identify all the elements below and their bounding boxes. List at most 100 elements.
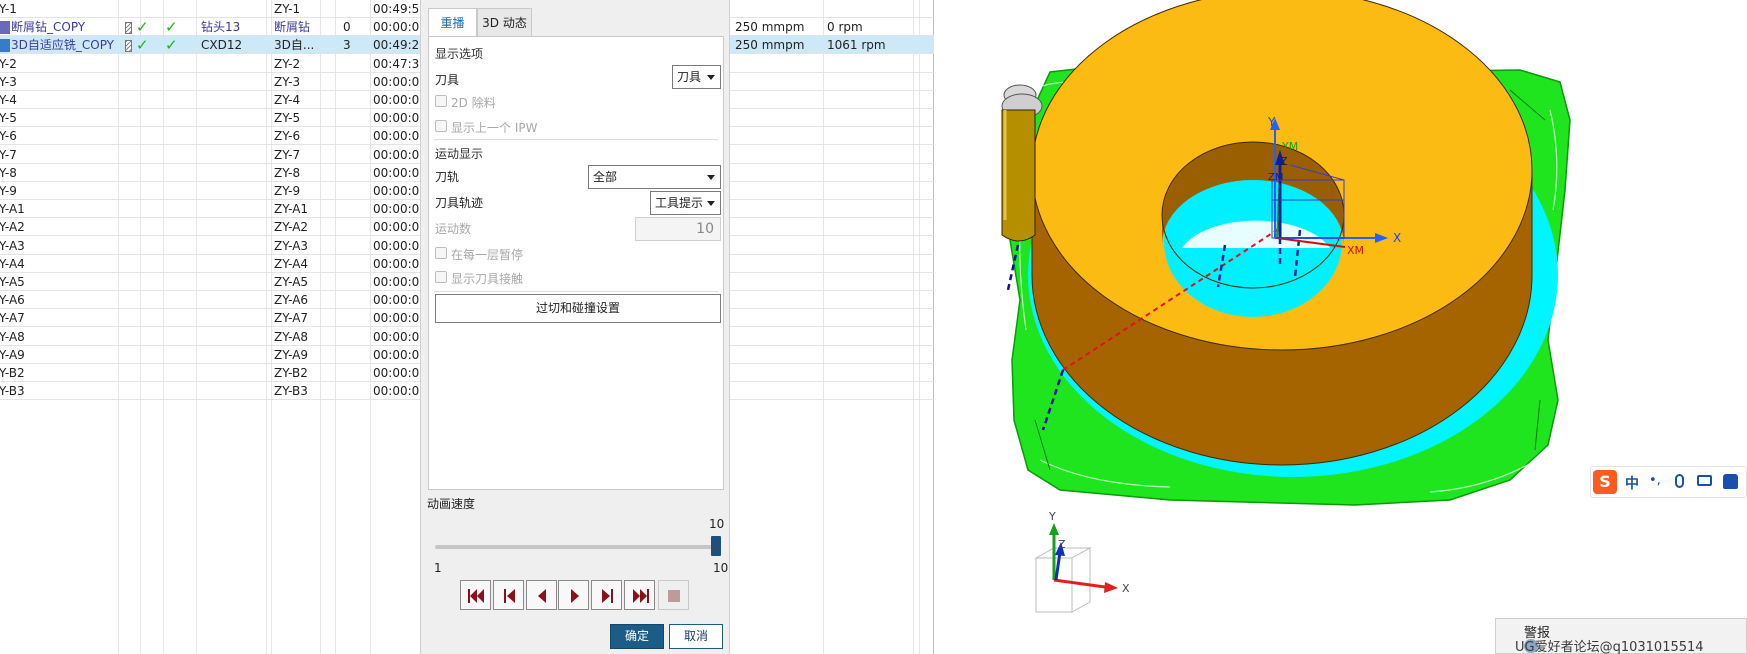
display-options-heading: 显示选项 xyxy=(435,47,484,61)
show-prev-ipw-checkbox[interactable] xyxy=(435,120,447,132)
table-row-right[interactable] xyxy=(731,382,934,401)
machining-time: 00:00:0 xyxy=(373,147,420,162)
machining-time: 00:00:0 xyxy=(373,275,420,289)
axis-ym-label: YM xyxy=(1281,140,1298,153)
program-name: ZY-A1 xyxy=(274,202,309,217)
operation-name: Y-3 xyxy=(0,74,17,89)
step-back-button[interactable] xyxy=(493,580,524,610)
table-row-right[interactable] xyxy=(731,164,934,182)
pause-each-layer-checkbox[interactable] xyxy=(435,247,447,259)
motion-display-heading: 运动显示 xyxy=(435,147,484,161)
table-row-right[interactable] xyxy=(731,255,934,273)
program-name: ZY-A9 xyxy=(274,347,309,362)
machining-time: 00:47:3 xyxy=(373,56,420,71)
axis-y-label: Y xyxy=(1267,115,1276,129)
animation-speed-slider[interactable] xyxy=(435,545,721,549)
program-name: 断屑钻 xyxy=(274,20,311,35)
machining-time: 00:00:0 xyxy=(373,93,420,107)
program-name: 3D自... xyxy=(274,38,315,53)
spindle-speed: 1061 rpm xyxy=(827,38,886,53)
ok-button[interactable]: 确定 xyxy=(610,624,664,649)
wcs-z-label: Z xyxy=(1058,538,1066,551)
skip-to-end-button[interactable] xyxy=(624,580,655,610)
table-row-right[interactable] xyxy=(731,73,934,91)
table-row-right[interactable]: 250 mmpm 0 rpm xyxy=(731,18,934,37)
machining-time: 00:00:0 xyxy=(373,238,420,253)
ime-toolbar[interactable]: S 中 •, xyxy=(1590,466,1747,498)
table-row-right[interactable] xyxy=(731,146,934,164)
play-reverse-icon xyxy=(538,589,546,603)
animation-speed-label: 动画速度 xyxy=(427,497,476,511)
show-tool-contact-checkbox[interactable] xyxy=(435,271,447,283)
table-row-right[interactable] xyxy=(731,127,934,146)
table-row-right[interactable] xyxy=(731,237,934,255)
graphics-viewport[interactable]: X Y Z XM YM ZM Y Z X xyxy=(950,0,1747,654)
program-name: ZY-B3 xyxy=(274,384,308,399)
axis-z-label: Z xyxy=(1280,155,1288,168)
stop-icon xyxy=(668,590,680,602)
table-row-right[interactable] xyxy=(731,55,934,73)
drill-operation-icon xyxy=(0,21,10,35)
table-row-right[interactable] xyxy=(731,0,934,18)
table-row-right[interactable] xyxy=(731,109,934,128)
step-forward-button[interactable] xyxy=(591,580,622,610)
skip-to-start-button[interactable] xyxy=(460,580,491,610)
toolpath-select[interactable]: 全部 xyxy=(588,165,721,189)
gouge-collision-settings-button[interactable]: 过切和碰撞设置 xyxy=(435,294,721,323)
table-row-right[interactable] xyxy=(731,200,934,219)
wcs-x-label: X xyxy=(1122,582,1130,595)
chevron-down-icon xyxy=(707,201,715,206)
table-row-right[interactable] xyxy=(731,291,934,310)
skin-icon[interactable] xyxy=(1723,474,1738,489)
tool-trace-select[interactable]: 工具提示 xyxy=(650,191,721,215)
operation-name: Y-A5 xyxy=(0,275,25,289)
removal-2d-checkbox[interactable] xyxy=(435,95,447,107)
program-name: ZY-A3 xyxy=(274,238,309,253)
divider xyxy=(434,291,718,292)
table-row-right[interactable] xyxy=(731,182,934,200)
checkmark-icon: ✓ xyxy=(136,36,149,55)
keyboard-icon[interactable] xyxy=(1697,475,1712,486)
cancel-button[interactable]: 取消 xyxy=(669,624,723,649)
motion-count-input[interactable]: 10 xyxy=(635,217,721,241)
machining-time: 00:00:0 xyxy=(373,220,420,235)
animation-speed-thumb[interactable] xyxy=(711,536,721,556)
program-name: ZY-5 xyxy=(274,111,301,126)
spindle-speed: 0 rpm xyxy=(827,20,863,35)
operation-name: Y-B2 xyxy=(0,366,25,380)
table-row-right[interactable]: 250 mmpm 1061 rpm xyxy=(731,36,934,55)
play-reverse-button[interactable] xyxy=(526,580,557,610)
play-forward-icon xyxy=(571,589,579,603)
checkmark-icon: ✓ xyxy=(165,36,178,55)
machining-time: 00:00:0 xyxy=(373,311,420,326)
machining-time: 00:00:0 xyxy=(373,129,420,144)
ime-mode-label[interactable]: 中 xyxy=(1625,473,1639,493)
tool-number: 3 xyxy=(343,38,351,53)
slider-max-label: 10 xyxy=(713,561,729,575)
microphone-icon[interactable] xyxy=(1675,474,1684,488)
table-row-right[interactable] xyxy=(731,218,934,237)
table-row-right[interactable] xyxy=(731,273,934,291)
operation-name: Y-2 xyxy=(0,56,17,71)
punctuation-icon[interactable]: •, xyxy=(1649,473,1661,488)
tab-3d-dynamic[interactable]: 3D 动态 xyxy=(477,8,532,37)
operation-name: Y-4 xyxy=(0,93,17,107)
divider xyxy=(434,139,718,140)
table-row-right[interactable] xyxy=(731,91,934,109)
tool-trace-label: 刀具轨迹 xyxy=(435,196,484,210)
table-row-right[interactable] xyxy=(731,346,934,364)
tab-replay[interactable]: 重播 xyxy=(428,8,477,37)
watermark-text: UG爱好者论坛@q1031015514 xyxy=(1515,640,1704,654)
play-forward-button[interactable] xyxy=(558,580,589,610)
table-row-right[interactable] xyxy=(731,364,934,382)
operation-name: Y-A8 xyxy=(0,329,25,344)
tool-display-select[interactable]: 刀具 xyxy=(672,65,721,89)
operation-name: Y-A7 xyxy=(0,311,25,326)
table-row-right[interactable] xyxy=(731,328,934,346)
path-status-icon xyxy=(125,40,132,53)
stop-button[interactable] xyxy=(658,580,689,610)
table-row-right[interactable] xyxy=(731,309,934,328)
removal-2d-label: 2D 除料 xyxy=(451,96,496,110)
operation-name: Y-A6 xyxy=(0,293,25,308)
operation-name: 3D自适应铣_COPY xyxy=(11,38,115,53)
